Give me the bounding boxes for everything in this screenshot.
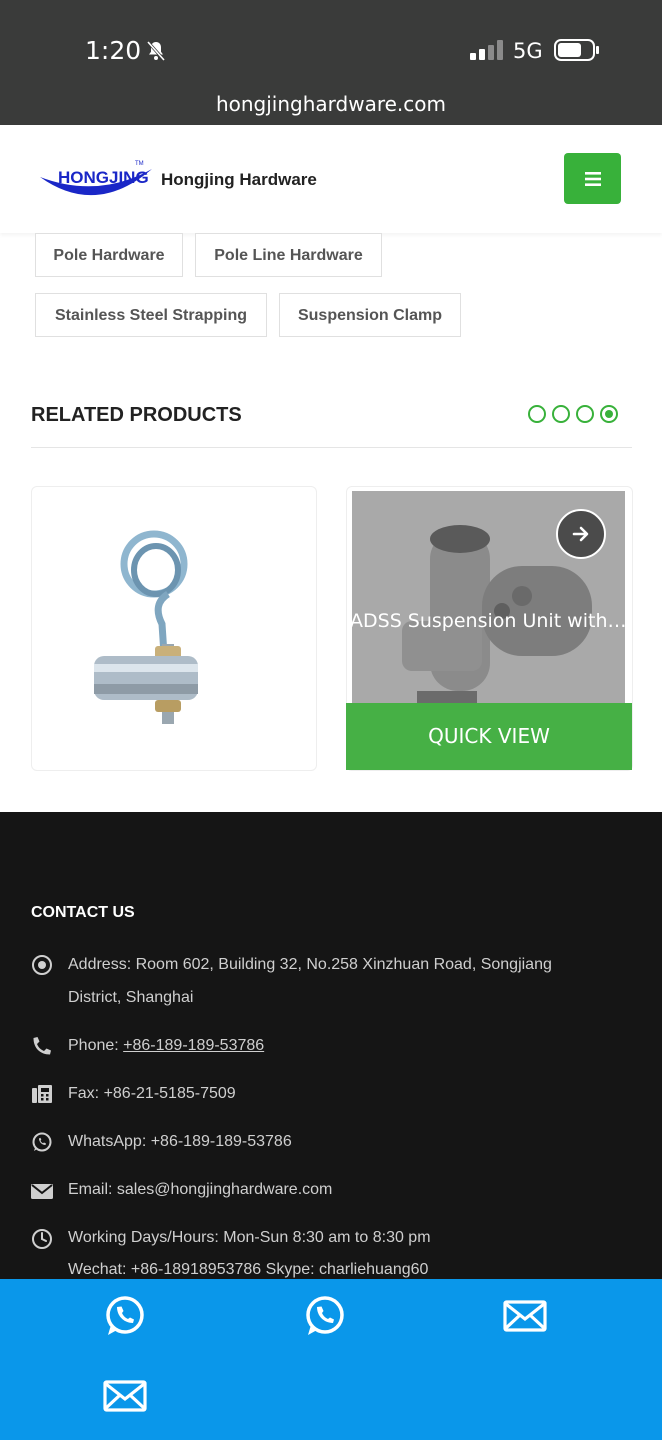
bell-muted-icon (146, 41, 166, 61)
tag-stainless-steel-strapping[interactable]: Stainless Steel Strapping (35, 293, 267, 337)
contact-fax: Fax: +86-21-5185-7509 (68, 1085, 236, 1102)
divider (31, 447, 632, 448)
clock-icon (32, 1229, 52, 1249)
carousel-dot-active[interactable] (600, 405, 618, 423)
email-icon[interactable] (502, 1293, 548, 1339)
location-icon (32, 955, 52, 975)
phone-link[interactable]: +86-189-189-53786 (123, 1037, 264, 1054)
status-bar: 1:20 5G hongjinghardware.com (0, 0, 662, 125)
related-products-title: RELATED PRODUCTS (31, 404, 242, 426)
whatsapp-icon[interactable] (302, 1293, 348, 1339)
signal-icon (470, 40, 503, 60)
envelope-icon (31, 1184, 53, 1199)
tag-pole-hardware[interactable]: Pole Hardware (35, 233, 183, 277)
tag-suspension-clamp[interactable]: Suspension Clamp (279, 293, 461, 337)
whatsapp-icon[interactable] (102, 1293, 148, 1339)
carousel-dot[interactable] (576, 405, 594, 423)
hongjing-logo[interactable]: HONGJING TM (38, 155, 154, 207)
hamburger-icon (584, 171, 601, 186)
contact-whatsapp: WhatsApp: +86-189-189-53786 (68, 1133, 292, 1150)
contact-email: Email: sales@hongjinghardware.com (68, 1181, 333, 1198)
contact-address-line2: District, Shanghai (68, 989, 194, 1006)
fax-icon (32, 1085, 52, 1103)
whatsapp-icon (32, 1132, 52, 1152)
contact-us-heading: CONTACT US (31, 904, 135, 921)
contact-address-line1: Address: Room 602, Building 32, No.258 X… (68, 956, 552, 973)
phone-label: Phone: (68, 1037, 124, 1054)
status-time: 1:20 (85, 36, 142, 65)
product-overlay-title[interactable]: ADSS Suspension Unit with ... (350, 610, 627, 632)
menu-button[interactable] (564, 153, 621, 204)
tag-pole-line-hardware[interactable]: Pole Line Hardware (195, 233, 382, 277)
carousel-next-button[interactable] (556, 509, 606, 559)
contact-phone: Phone: +86-189-189-53786 (68, 1029, 628, 1062)
svg-text:HONGJING: HONGJING (58, 168, 149, 187)
svg-text:TM: TM (135, 161, 144, 167)
carousel-dot[interactable] (552, 405, 570, 423)
carousel-dots (528, 405, 618, 423)
network-type: 5G (513, 39, 543, 63)
phone-icon (33, 1037, 51, 1055)
email-icon[interactable] (102, 1373, 148, 1419)
battery-icon (554, 39, 599, 61)
quick-view-button[interactable]: QUICK VIEW (346, 703, 632, 770)
carousel-dot[interactable] (528, 405, 546, 423)
pigtail-hook-product-image[interactable] (92, 514, 202, 744)
arrow-right-icon (572, 526, 589, 542)
address-bar-url[interactable]: hongjinghardware.com (0, 92, 662, 116)
contact-hours: Working Days/Hours: Mon-Sun 8:30 am to 8… (68, 1229, 431, 1246)
brand-name[interactable]: Hongjing Hardware (161, 170, 317, 190)
